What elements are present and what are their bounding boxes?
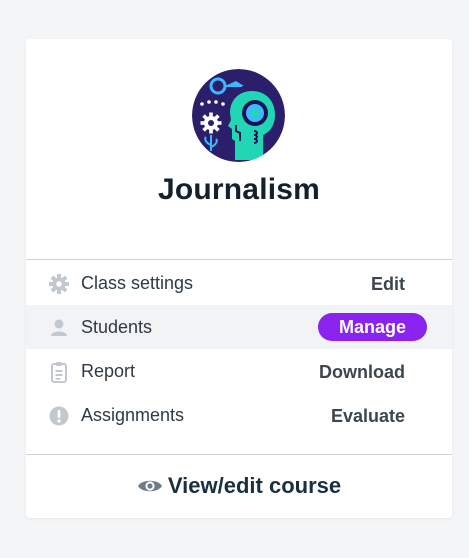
divider <box>26 259 452 260</box>
course-illustration <box>192 69 285 162</box>
view-edit-course-link[interactable]: View/edit course <box>26 473 452 499</box>
menu-row-label: Report <box>81 361 136 381</box>
evaluate-assignments-button[interactable]: Evaluate <box>331 406 405 427</box>
menu-row-report: Report Download <box>26 349 452 393</box>
download-report-button[interactable]: Download <box>319 362 405 383</box>
course-title: Journalism <box>157 173 321 206</box>
eye-icon <box>137 475 163 493</box>
edit-settings-button[interactable]: Edit <box>371 274 405 295</box>
menu-row-class-settings: Class settings Edit <box>26 261 452 305</box>
view-edit-course-label: View/edit course <box>167 473 342 498</box>
menu-row-label: Class settings <box>81 273 194 293</box>
person-icon <box>48 317 70 339</box>
manage-students-button[interactable]: Manage <box>317 313 427 341</box>
menu-row-label: Students <box>81 317 153 337</box>
gear-icon <box>48 273 70 295</box>
menu-row-label: Assignments <box>81 405 185 425</box>
menu-row-students: Students Manage <box>26 305 452 349</box>
course-card: Journalism Class settings Edit Students … <box>26 39 452 518</box>
clipboard-icon <box>48 361 70 383</box>
divider <box>26 454 452 455</box>
menu-row-assignments: Assignments Evaluate <box>26 393 452 437</box>
alert-icon <box>48 405 70 427</box>
